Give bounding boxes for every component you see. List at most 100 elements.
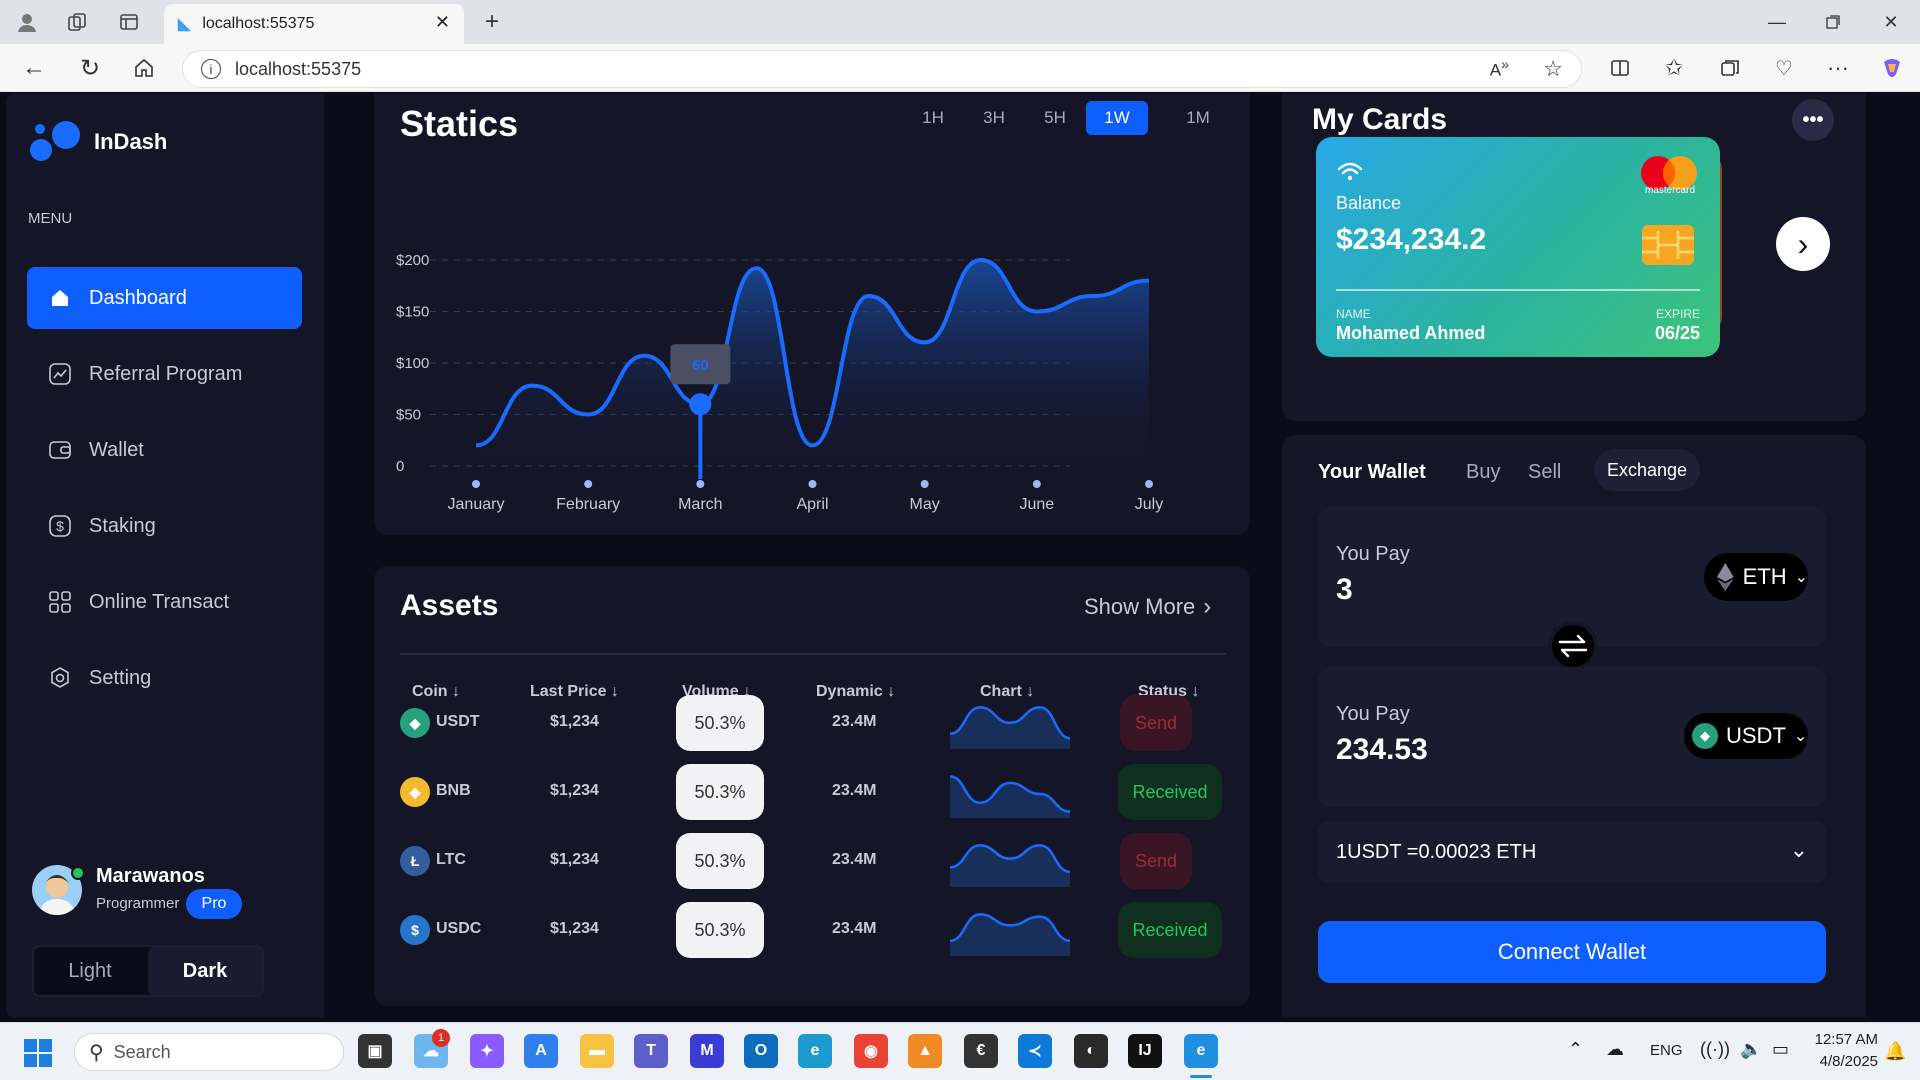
swap-button[interactable]: [1548, 621, 1598, 671]
copilot-icon[interactable]: [1878, 54, 1906, 82]
coin-icon: ◈: [400, 777, 430, 807]
restore-icon[interactable]: [1818, 10, 1848, 34]
coin-price: $1,234: [550, 851, 599, 868]
app-icon[interactable]: ◐: [1074, 1034, 1108, 1068]
back-icon[interactable]: ←: [20, 54, 48, 82]
volume-pill: 50.3%: [676, 695, 764, 751]
clock-time[interactable]: 12:57 AM: [1802, 1031, 1878, 1048]
tab-buy[interactable]: Buy: [1466, 461, 1500, 484]
col-dynamic[interactable]: Dynamic ↓: [816, 683, 895, 701]
theme-dark-option[interactable]: Dark: [148, 947, 262, 995]
refresh-icon[interactable]: ↻: [76, 54, 104, 82]
sidebar-item-referral[interactable]: Referral Program: [27, 343, 302, 405]
windows-start-icon[interactable]: [24, 1039, 52, 1067]
tab-sell[interactable]: Sell: [1528, 461, 1561, 484]
show-hidden-icons[interactable]: ⌃: [1568, 1039, 1583, 1060]
app-icon[interactable]: M: [690, 1034, 724, 1068]
statics-chart[interactable]: $200 $150 $100 $50 0 January February March Apri…: [374, 93, 1250, 535]
pay-amount-input[interactable]: 234.53: [1336, 733, 1428, 767]
close-tab-icon[interactable]: ✕: [435, 12, 450, 33]
next-card-button[interactable]: ›: [1776, 217, 1830, 271]
browser-nav-bar: ← ↻ i localhost:55375 A» ☆ ✩ ♡ ···: [0, 44, 1920, 92]
x-tick-label: January: [448, 496, 505, 513]
exchange-rate-text: 1USDT =0.00023 ETH: [1336, 840, 1537, 863]
vscode-icon[interactable]: ≺: [1018, 1034, 1052, 1068]
status-badge[interactable]: Received: [1118, 764, 1222, 820]
store-icon[interactable]: A: [524, 1034, 558, 1068]
tab-exchange[interactable]: Exchange: [1594, 449, 1700, 491]
language-indicator[interactable]: ENG: [1650, 1042, 1683, 1059]
close-window-icon[interactable]: ✕: [1876, 10, 1906, 34]
coin-select-eth[interactable]: ETH ⌄: [1704, 553, 1808, 601]
collections-icon[interactable]: [1716, 54, 1744, 82]
coin-dynamic: 23.4M: [832, 713, 877, 730]
workspaces-icon[interactable]: [62, 10, 92, 34]
browser-essentials-icon[interactable]: ♡: [1770, 54, 1798, 82]
show-more-link[interactable]: Show More ›: [1084, 593, 1211, 621]
favorites-icon[interactable]: ✩: [1660, 54, 1688, 82]
eclipse-icon[interactable]: €: [964, 1034, 998, 1068]
split-screen-icon[interactable]: [1606, 54, 1634, 82]
pay-amount-input[interactable]: 3: [1336, 573, 1353, 607]
chrome-icon[interactable]: ◉: [854, 1034, 888, 1068]
wallet-icon: [49, 439, 71, 461]
edge-icon[interactable]: e: [1184, 1034, 1218, 1068]
col-coin[interactable]: Coin ↓: [412, 683, 460, 701]
sidebar-item-label: Wallet: [89, 438, 144, 461]
sidebar-item-dashboard[interactable]: Dashboard: [27, 267, 302, 329]
assets-title: Assets: [400, 589, 499, 622]
teams-icon[interactable]: T: [634, 1034, 668, 1068]
status-badge[interactable]: Received: [1118, 902, 1222, 958]
volume-icon[interactable]: 🔈: [1740, 1039, 1762, 1060]
wifi-icon[interactable]: ((·)): [1700, 1039, 1730, 1060]
file-explorer-icon[interactable]: ▬: [580, 1034, 614, 1068]
read-aloud-icon[interactable]: A»: [1490, 57, 1509, 81]
volume-pill: 50.3%: [676, 833, 764, 889]
exchange-rate-dropdown[interactable]: 1USDT =0.00023 ETH ⌄: [1318, 821, 1826, 883]
intellij-icon[interactable]: IJ: [1128, 1034, 1162, 1068]
vlc-icon[interactable]: ▲: [908, 1034, 942, 1068]
onedrive-icon[interactable]: ☁: [1606, 1039, 1624, 1060]
more-options-icon[interactable]: ···: [1824, 54, 1852, 82]
coin-icon: ◆: [400, 708, 430, 738]
status-badge[interactable]: Send: [1120, 695, 1192, 751]
sidebar-item-staking[interactable]: $ Staking: [27, 495, 302, 557]
sidebar-item-online-transact[interactable]: Online Transact: [27, 571, 302, 633]
info-icon[interactable]: i: [201, 59, 221, 79]
minimize-icon[interactable]: —: [1762, 10, 1792, 34]
more-options-icon[interactable]: •••: [1792, 99, 1834, 141]
profile-icon[interactable]: [12, 10, 42, 34]
statics-panel: Statics 1H 3H 5H 1W 1M $200 $150 $100 $50 0 J…: [374, 93, 1250, 535]
task-view-icon[interactable]: ▣: [358, 1034, 392, 1068]
tab-title: localhost:55375: [202, 15, 315, 32]
tab-your-wallet[interactable]: Your Wallet: [1318, 461, 1426, 484]
browser-tab[interactable]: ◣ localhost:55375 ✕: [164, 4, 464, 44]
coin-select-usdt[interactable]: ◆ USDT ⌄: [1684, 713, 1808, 759]
clock-date[interactable]: 4/8/2025: [1802, 1053, 1878, 1070]
credit-card[interactable]: Balance $234,234.2 mastercard NAME Moham…: [1316, 137, 1720, 357]
notifications-icon[interactable]: 🔔: [1884, 1041, 1906, 1062]
copilot-taskbar-icon[interactable]: ✦: [470, 1034, 504, 1068]
y-tick-label: 0: [396, 458, 404, 475]
status-badge[interactable]: Send: [1120, 833, 1192, 889]
address-text[interactable]: localhost:55375: [235, 59, 361, 80]
user-name: Marawanos: [96, 865, 205, 887]
tab-actions-icon[interactable]: [114, 10, 144, 34]
sparkline-chart: [950, 775, 1070, 818]
sidebar-item-setting[interactable]: Setting: [27, 647, 302, 709]
home-browser-icon[interactable]: [130, 54, 158, 82]
connect-wallet-button[interactable]: Connect Wallet: [1318, 921, 1826, 983]
coin-dynamic: 23.4M: [832, 920, 877, 937]
favorite-star-icon[interactable]: ☆: [1543, 56, 1563, 82]
edge-dev-icon[interactable]: e: [798, 1034, 832, 1068]
new-tab-icon[interactable]: +: [478, 8, 506, 36]
theme-light-option[interactable]: Light: [34, 947, 146, 995]
battery-icon[interactable]: ▭: [1772, 1039, 1789, 1060]
col-last-price[interactable]: Last Price ↓: [530, 683, 619, 701]
sidebar-item-wallet[interactable]: Wallet: [27, 419, 302, 481]
svg-text:$: $: [56, 518, 64, 534]
highlight-point[interactable]: [689, 393, 712, 416]
address-bar[interactable]: i localhost:55375 A» ☆: [182, 50, 1582, 88]
outlook-icon[interactable]: O: [744, 1034, 778, 1068]
taskbar-search[interactable]: ⚲ Search: [74, 1033, 344, 1071]
